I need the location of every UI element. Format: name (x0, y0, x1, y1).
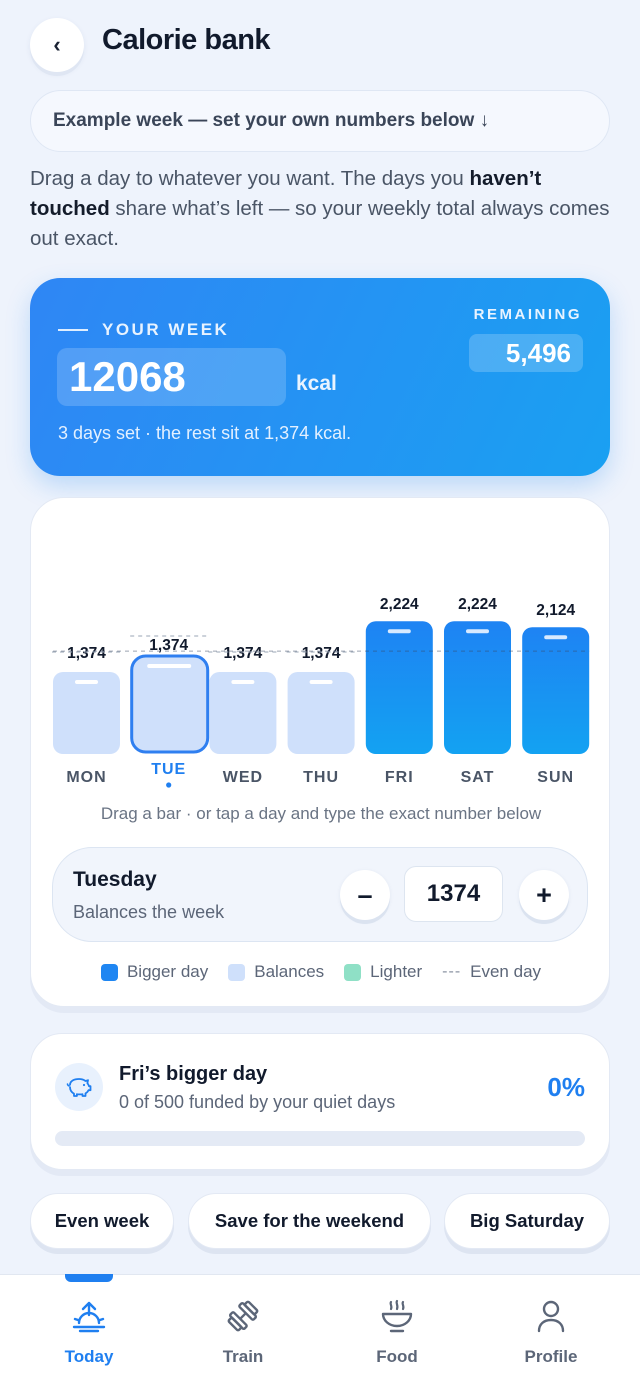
bar-handle-wed (231, 679, 255, 684)
intro-part2: share what’s left — so your weekly total… (30, 197, 610, 250)
week-unit: kcal (296, 372, 337, 395)
legend-swatch-balances (228, 963, 246, 981)
week-note: 3 days set · the rest sit at 1,374 kcal. (58, 423, 352, 443)
tab-label-today: Today (64, 1347, 114, 1366)
page-title: Calorie bank (102, 24, 271, 56)
legend-balances: Balances (228, 962, 324, 982)
person-icon (491, 1297, 611, 1335)
bank-progress-card: Fri’s bigger day 0 of 500 funded by your… (30, 1033, 610, 1170)
tab-label-food: Food (376, 1347, 418, 1366)
chart-legend: Bigger day Balances Lighter --- Even day (31, 962, 611, 982)
bar-value-wed: 1,374 (224, 645, 263, 662)
tab-label-train: Train (222, 1347, 264, 1366)
back-button[interactable]: ‹ (30, 18, 84, 72)
day-label-fri: FRI (385, 769, 414, 786)
bar-value-sun: 2,124 (536, 602, 575, 619)
bar-value-fri: 2,224 (380, 596, 419, 613)
legend-label-bigger: Bigger day (126, 962, 209, 981)
bar-sun[interactable] (522, 627, 590, 754)
sunrise-icon (29, 1297, 149, 1335)
bar-handle-sun (544, 635, 568, 640)
week-total-input[interactable]: 12068 (57, 348, 286, 406)
day-label-sun: SUN (537, 769, 574, 786)
week-label: YOUR WEEK (58, 320, 229, 340)
decrement-button[interactable]: – (340, 870, 390, 920)
bar-handle-fri (387, 629, 411, 634)
example-week-banner[interactable]: Example week — set your own numbers belo… (30, 90, 610, 152)
tab-label-profile: Profile (524, 1347, 578, 1366)
day-label-tue: TUE (151, 761, 186, 778)
chart-hint: Drag a bar · or tap a day and type the e… (100, 804, 542, 823)
legend-lighter: Lighter (344, 962, 422, 982)
tab-food[interactable]: Food (337, 1297, 457, 1367)
bar-handle-mon (75, 679, 98, 684)
day-label-mon: MON (66, 769, 106, 786)
intro-text: Drag a day to whatever you want. The day… (30, 164, 610, 254)
day-label-thu: THU (303, 769, 339, 786)
legend-label-lighter: Lighter (370, 962, 423, 981)
bar-wed[interactable] (209, 671, 277, 754)
bar-fri[interactable] (365, 621, 433, 754)
day-chart-card: 1,374 MON 1,374 TUE 1,374 WED 1,374 THU 2,224 FRI… (30, 497, 610, 1007)
day-bar-chart[interactable]: 1,374MON1,374TUE1,374WED1,374THU2,224FRI… (31, 498, 611, 798)
bar-thu[interactable] (287, 671, 355, 754)
remaining-value: 5,496 (469, 334, 583, 372)
bar-value-thu: 1,374 (302, 645, 341, 662)
tab-train[interactable]: Train (183, 1297, 303, 1367)
tab-today[interactable]: Today (29, 1297, 149, 1367)
bar-handle-tue (147, 663, 192, 668)
chevron-left-icon: ‹ (53, 32, 61, 57)
tab-profile[interactable]: Profile (491, 1297, 611, 1367)
remaining-label: REMAINING (473, 306, 582, 323)
day-editor: Tuesday Balances the week – 1374 + (52, 847, 588, 942)
bar-handle-sat (466, 629, 489, 634)
day-label-sat: SAT (461, 769, 495, 786)
piggy-bank-icon (55, 1063, 103, 1111)
day-kcal-input[interactable]: 1374 (404, 866, 503, 922)
dash-decoration (58, 329, 88, 331)
week-summary-card: YOUR WEEK 12068 kcal REMAINING 5,496 3 d… (30, 278, 610, 476)
bank-title: Fri’s bigger day (119, 1063, 268, 1085)
editor-day-name: Tuesday (73, 868, 157, 891)
bar-sat[interactable] (444, 621, 511, 754)
legend-bigger: Bigger day (100, 962, 209, 982)
legend-even: --- Even day (442, 962, 541, 982)
intro-part1: Drag a day to whatever you want. The day… (30, 167, 470, 190)
bowl-icon (337, 1297, 457, 1335)
legend-dash-even: --- (442, 963, 462, 980)
legend-label-even: Even day (470, 962, 542, 981)
increment-button[interactable]: + (519, 870, 569, 920)
bank-subtitle: 0 of 500 funded by your quiet days (119, 1092, 396, 1112)
tab-bar: Today Train Food Profile (0, 1274, 640, 1387)
legend-swatch-lighter (344, 963, 362, 981)
legend-label-balances: Balances (254, 962, 325, 981)
bank-percent: 0% (547, 1072, 585, 1102)
bar-mon[interactable] (53, 671, 120, 754)
preset-save-weekend-button[interactable]: Save for the weekend (188, 1193, 431, 1249)
selected-day-dot (166, 782, 172, 788)
day-label-wed: WED (223, 769, 263, 786)
preset-even-week-button[interactable]: Even week (30, 1193, 174, 1249)
bar-tue-selected[interactable] (130, 654, 210, 754)
bar-value-sat: 2,224 (458, 596, 497, 613)
week-label-text: YOUR WEEK (102, 320, 230, 339)
active-tab-indicator (65, 1274, 113, 1282)
editor-day-subtitle: Balances the week (73, 902, 225, 922)
preset-big-saturday-button[interactable]: Big Saturday (444, 1193, 610, 1249)
bar-value-mon: 1,374 (67, 645, 106, 662)
legend-swatch-bigger (100, 963, 118, 981)
bank-progress-bar (55, 1131, 585, 1146)
bar-handle-thu (309, 679, 333, 684)
dumbbell-icon (183, 1297, 303, 1335)
